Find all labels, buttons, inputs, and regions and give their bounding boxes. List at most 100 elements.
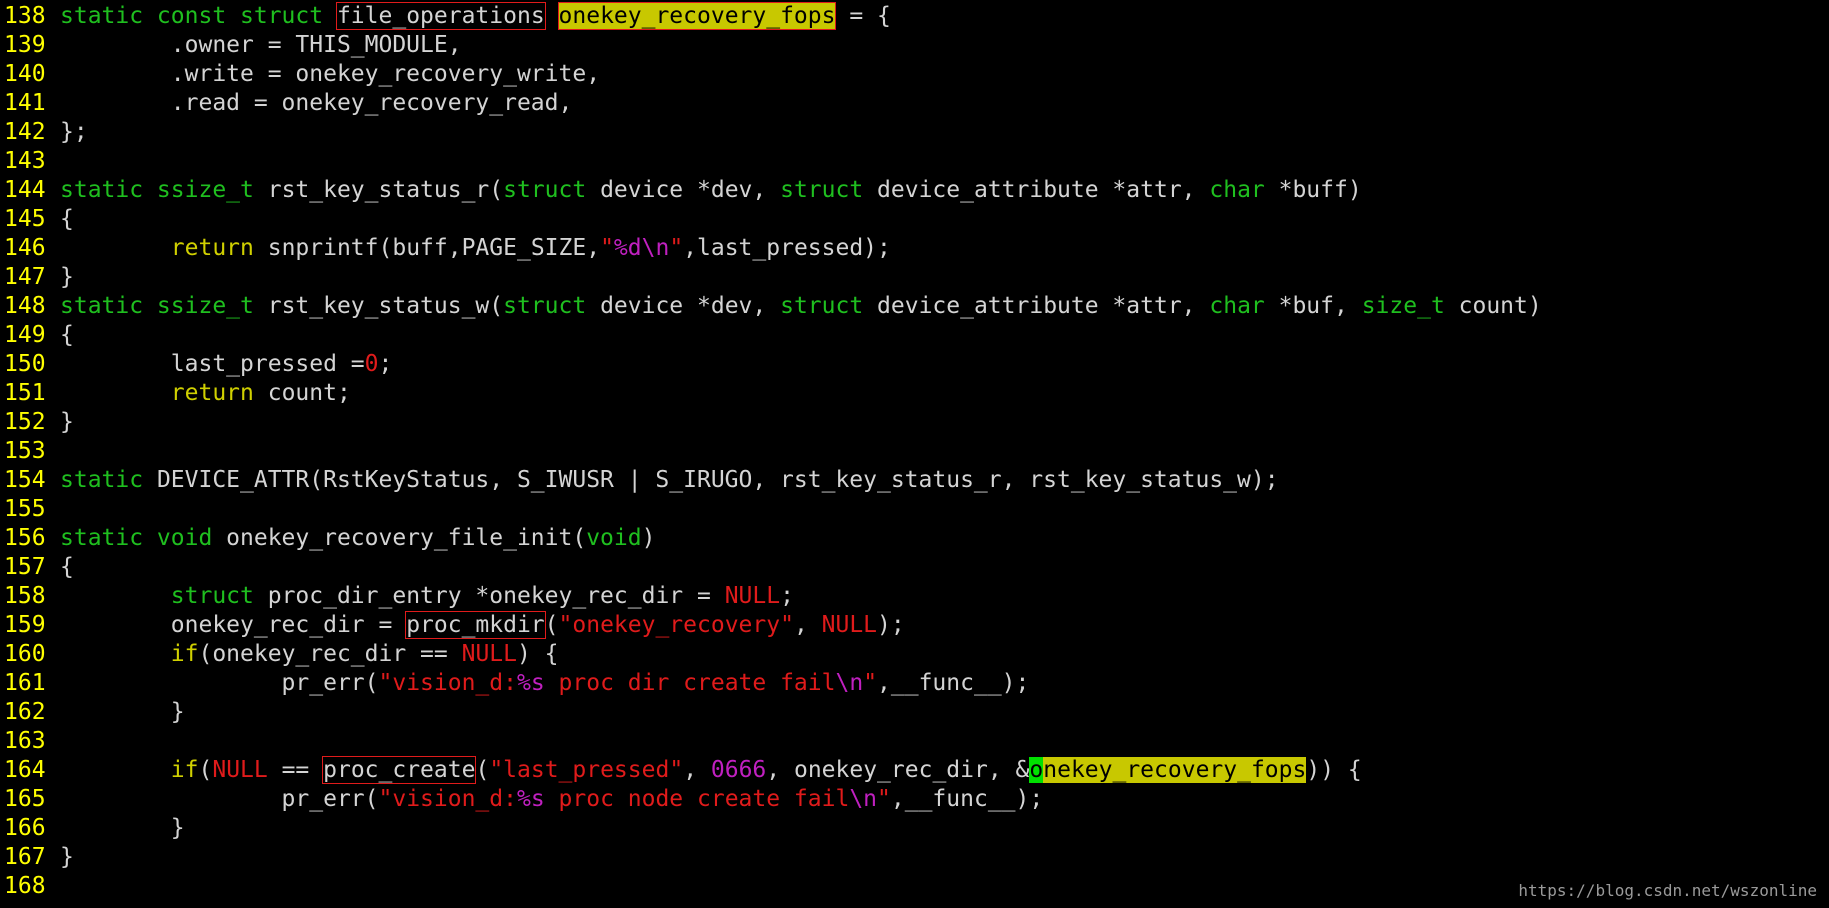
code-line[interactable]: 164 if(NULL == proc_create("last_pressed… bbox=[0, 756, 1362, 785]
code-text: } bbox=[60, 408, 74, 437]
code-line[interactable]: 138 static const struct file_operations o… bbox=[0, 2, 891, 31]
code-line[interactable]: 153 bbox=[0, 437, 60, 466]
code-token: pr_err( bbox=[60, 670, 379, 696]
code-line[interactable]: 155 bbox=[0, 495, 60, 524]
code-text: { bbox=[60, 321, 74, 350]
code-text: onekey_rec_dir = proc_mkdir("onekey_reco… bbox=[60, 611, 905, 640]
line-number: 159 bbox=[4, 612, 46, 638]
code-token: } bbox=[60, 699, 185, 725]
code-token: rst_key_status_r( bbox=[267, 177, 504, 203]
line-number: 164 bbox=[4, 757, 46, 783]
code-line[interactable]: 151 return count; bbox=[0, 379, 351, 408]
code-token: NULL bbox=[461, 641, 517, 667]
code-text: static DEVICE_ATTR(RstKeyStatus, S_IWUSR… bbox=[60, 466, 1279, 495]
line-number: 155 bbox=[4, 496, 46, 522]
line-number: 149 bbox=[4, 322, 46, 348]
line-number: 148 bbox=[4, 293, 46, 319]
code-token: .read = onekey_recovery_read, bbox=[60, 90, 573, 116]
code-token: static bbox=[60, 467, 157, 493]
code-token: onekey_rec_dir = bbox=[60, 612, 407, 638]
watermark-url: https://blog.csdn.net/wszonline bbox=[1518, 881, 1817, 900]
line-number: 145 bbox=[4, 206, 46, 232]
code-token: ; bbox=[780, 583, 794, 609]
line-number: 161 bbox=[4, 670, 46, 696]
code-line[interactable]: 154 static DEVICE_ATTR(RstKeyStatus, S_IW… bbox=[0, 466, 1279, 495]
line-number: 138 bbox=[4, 3, 46, 29]
line-number: 154 bbox=[4, 467, 46, 493]
code-token: , bbox=[683, 757, 711, 783]
code-line[interactable]: 148 static ssize_t rst_key_status_w(struc… bbox=[0, 292, 1542, 321]
code-editor[interactable]: https://blog.csdn.net/wszonline 138 stati… bbox=[0, 0, 1829, 908]
line-number: 153 bbox=[4, 438, 46, 464]
code-token: ); bbox=[877, 612, 905, 638]
code-token: if bbox=[170, 641, 199, 667]
code-token: count; bbox=[253, 380, 351, 406]
line-number: 152 bbox=[4, 409, 46, 435]
code-text: static ssize_t rst_key_status_r(struct d… bbox=[60, 176, 1362, 205]
code-line[interactable]: 140 .write = onekey_recovery_write, bbox=[0, 60, 600, 89]
code-text: static void onekey_recovery_file_init(vo… bbox=[60, 524, 655, 553]
code-text: return snprintf(buff,PAGE_SIZE,"%d\n",la… bbox=[60, 234, 891, 263]
line-number: 143 bbox=[4, 148, 46, 174]
code-token: "last_pressed" bbox=[489, 757, 684, 783]
code-token: proc_dir_entry *onekey_rec_dir = bbox=[253, 583, 725, 609]
code-token: static const struct bbox=[60, 3, 337, 29]
code-line[interactable]: 150 last_pressed =0; bbox=[0, 350, 392, 379]
code-line[interactable]: 165 pr_err("vision_d:%s proc node create… bbox=[0, 785, 1043, 814]
code-token: struct bbox=[503, 293, 587, 319]
code-line[interactable]: 152} bbox=[0, 408, 74, 437]
code-text: .write = onekey_recovery_write, bbox=[60, 60, 600, 89]
code-line[interactable]: 168 bbox=[0, 872, 60, 901]
code-text: }; bbox=[60, 118, 88, 147]
code-token: NULL bbox=[212, 757, 268, 783]
code-line[interactable]: 141 .read = onekey_recovery_read, bbox=[0, 89, 572, 118]
code-token: onekey_recovery_file_init( bbox=[226, 525, 587, 551]
code-line[interactable]: 160 if(onekey_rec_dir == NULL) { bbox=[0, 640, 559, 669]
code-line[interactable]: 156 static void onekey_recovery_file_init… bbox=[0, 524, 655, 553]
code-token: == bbox=[267, 757, 324, 783]
code-line[interactable]: 159 onekey_rec_dir = proc_mkdir("onekey_… bbox=[0, 611, 905, 640]
code-text: } bbox=[60, 843, 74, 872]
code-token: device_attribute *attr, bbox=[863, 177, 1210, 203]
code-line[interactable]: 158 struct proc_dir_entry *onekey_rec_di… bbox=[0, 582, 794, 611]
code-token: *buf, bbox=[1264, 293, 1362, 319]
code-line[interactable]: 143 bbox=[0, 147, 60, 176]
code-token: *buff) bbox=[1264, 177, 1362, 203]
code-text: static const struct file_operations onek… bbox=[60, 2, 891, 31]
line-number: 140 bbox=[4, 61, 46, 87]
line-number: 167 bbox=[4, 844, 46, 870]
code-line[interactable]: 166 } bbox=[0, 814, 185, 843]
code-token: char bbox=[1209, 177, 1265, 203]
code-line[interactable]: 157 { bbox=[0, 553, 74, 582]
code-token: "vision_d: bbox=[378, 670, 517, 696]
code-line[interactable]: 144 static ssize_t rst_key_status_r(struc… bbox=[0, 176, 1362, 205]
code-token: %s bbox=[516, 786, 545, 812]
code-token: NULL bbox=[821, 612, 878, 638]
code-token: size_t bbox=[1361, 293, 1445, 319]
code-token: { bbox=[60, 322, 74, 348]
line-number: 146 bbox=[4, 235, 46, 261]
code-text: pr_err("vision_d:%s proc node create fai… bbox=[60, 785, 1044, 814]
code-token: ) { bbox=[516, 641, 559, 667]
code-line[interactable]: 142}; bbox=[0, 118, 88, 147]
code-text: { bbox=[60, 205, 74, 234]
code-line[interactable]: 161 pr_err("vision_d:%s proc dir create … bbox=[0, 669, 1029, 698]
code-token: %d\n bbox=[613, 235, 670, 261]
code-text: if(onekey_rec_dir == NULL) { bbox=[60, 640, 559, 669]
code-text: } bbox=[60, 263, 74, 292]
code-line[interactable]: 149 { bbox=[0, 321, 74, 350]
code-token: }; bbox=[60, 119, 88, 145]
code-line[interactable]: 163 bbox=[0, 727, 60, 756]
code-line[interactable]: 167} bbox=[0, 843, 74, 872]
code-line[interactable]: 162 } bbox=[0, 698, 185, 727]
code-token: ,__func__); bbox=[877, 670, 1030, 696]
code-token: } bbox=[60, 815, 185, 841]
line-number: 162 bbox=[4, 699, 46, 725]
code-line[interactable]: 146 return snprintf(buff,PAGE_SIZE,"%d\n… bbox=[0, 234, 891, 263]
code-token: struct bbox=[780, 293, 864, 319]
code-text: if(NULL == proc_create("last_pressed", 0… bbox=[60, 756, 1362, 785]
code-token: static ssize_t bbox=[60, 177, 268, 203]
code-line[interactable]: 145 { bbox=[0, 205, 74, 234]
code-line[interactable]: 139 .owner = THIS_MODULE, bbox=[0, 31, 462, 60]
code-line[interactable]: 147} bbox=[0, 263, 74, 292]
